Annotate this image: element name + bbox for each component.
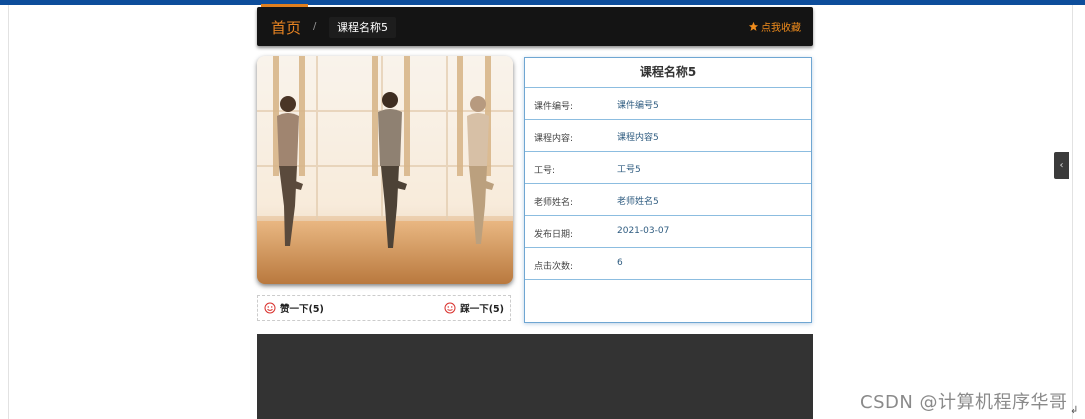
- star-icon: [748, 21, 759, 31]
- detail-value: 老师姓名5: [617, 197, 659, 207]
- side-toggle-button[interactable]: ‹: [1054, 152, 1069, 179]
- detail-label: 老师姓名:: [534, 198, 574, 208]
- breadcrumb-separator: /: [313, 21, 317, 32]
- detail-row-courseware-no: 课件编号: 课件编号5: [525, 88, 811, 120]
- detail-row-job-no: 工号: 工号5: [525, 152, 811, 184]
- smile-icon: [264, 302, 276, 314]
- course-detail-panel: 课程名称5 课件编号: 课件编号5 课程内容: 课程内容5 工号: 工号5 老师…: [524, 57, 812, 323]
- detail-value: 6: [617, 258, 623, 268]
- detail-row-teacher: 老师姓名: 老师姓名5: [525, 184, 811, 216]
- detail-row-click-count: 点击次数: 6: [525, 248, 811, 280]
- top-color-bar: [0, 0, 1085, 5]
- detail-value: 课件编号5: [617, 101, 659, 111]
- favorite-button[interactable]: 点我收藏: [748, 19, 801, 34]
- cursor-icon: ↲: [1070, 405, 1079, 416]
- like-button[interactable]: 赞一下(5): [264, 301, 324, 315]
- home-link[interactable]: 首页: [271, 17, 301, 38]
- page-right-border: [1072, 0, 1073, 419]
- detail-value: 课程内容5: [617, 133, 659, 143]
- watermark: CSDN @计算机程序华哥: [860, 392, 1068, 413]
- detail-label: 课程内容:: [534, 134, 574, 144]
- detail-value: 2021-03-07: [617, 226, 670, 236]
- breadcrumb-bar: 首页 / 课程名称5 点我收藏: [257, 4, 813, 46]
- dislike-label: 踩一下(5): [460, 304, 504, 315]
- chevron-left-icon: ‹: [1059, 160, 1064, 171]
- content-panel: [257, 334, 813, 419]
- detail-label: 工号:: [534, 166, 556, 176]
- nav-accent: [261, 4, 308, 7]
- detail-value: 工号5: [617, 165, 641, 175]
- like-label: 赞一下(5): [280, 304, 324, 315]
- detail-label: 发布日期:: [534, 230, 574, 240]
- detail-label: 点击次数:: [534, 262, 574, 272]
- course-image: [257, 56, 513, 284]
- detail-title: 课程名称5: [525, 58, 811, 88]
- detail-row-content: 课程内容: 课程内容5: [525, 120, 811, 152]
- favorite-label: 点我收藏: [761, 23, 801, 34]
- page-left-border: [8, 0, 9, 419]
- detail-row-publish-date: 发布日期: 2021-03-07: [525, 216, 811, 248]
- dislike-button[interactable]: 踩一下(5): [444, 301, 504, 315]
- vote-bar: 赞一下(5) 踩一下(5): [257, 295, 511, 321]
- detail-label: 课件编号:: [534, 102, 574, 112]
- breadcrumb-current: 课程名称5: [329, 17, 396, 38]
- face-icon: [444, 302, 456, 314]
